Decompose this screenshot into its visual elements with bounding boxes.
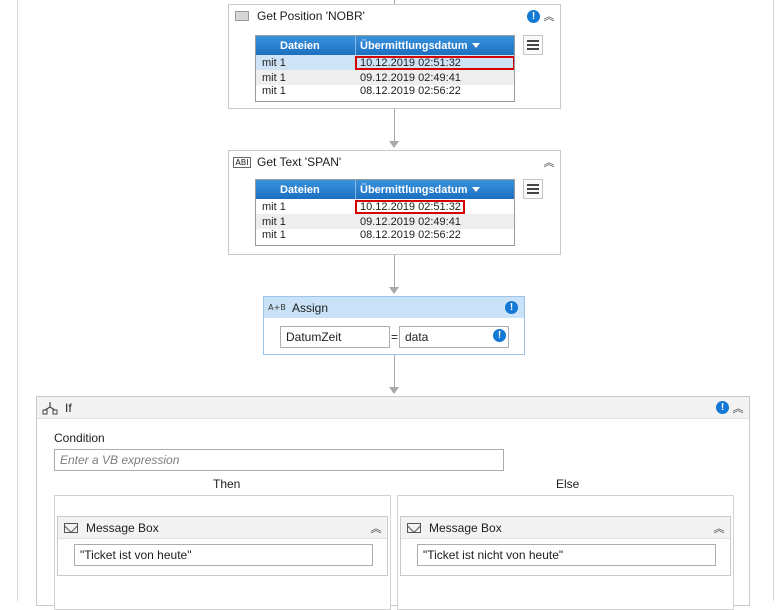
connector-arrow-3 xyxy=(389,387,399,394)
connector-2 xyxy=(394,255,395,289)
connector-3 xyxy=(394,355,395,389)
canvas-right-border xyxy=(773,0,774,601)
value-warning-icon[interactable]: ! xyxy=(493,329,506,342)
then-label: Then xyxy=(213,477,241,491)
else-message-text-input[interactable]: "Ticket ist nicht von heute" xyxy=(417,544,716,566)
if-header[interactable]: If ! ︽ xyxy=(37,397,749,419)
if-title: If xyxy=(65,400,72,415)
text-field-icon: ABI xyxy=(233,156,251,168)
sort-desc-icon xyxy=(471,187,480,192)
then-message-box-activity[interactable]: Message Box ︽ "Ticket ist von heute" xyxy=(57,516,388,576)
get-text-header[interactable]: ABI Get Text 'SPAN' ︽ xyxy=(229,151,560,173)
row-cell-file: mit 1 xyxy=(262,229,286,239)
condition-label: Condition xyxy=(54,431,105,445)
connector-arrow-2 xyxy=(389,287,399,294)
assign-header[interactable]: A+B Assign ! xyxy=(264,297,524,318)
table-row: mit 1 08.12.2019 02:56:22 xyxy=(256,229,514,239)
table-row: mit 1 09.12.2019 02:49:41 xyxy=(256,70,514,85)
sort-desc-icon xyxy=(471,43,480,48)
warning-icon[interactable]: ! xyxy=(505,301,518,314)
get-text-options-menu[interactable] xyxy=(523,179,543,199)
get-position-header[interactable]: Get Position 'NOBR' ! ︽ xyxy=(229,5,560,27)
then-branch[interactable]: Message Box ︽ "Ticket ist von heute" xyxy=(54,495,391,610)
column-header-date: Übermittlungsdatum xyxy=(356,184,480,196)
table-header: Dateien Übermittlungsdatum xyxy=(256,36,514,55)
get-text-title: Get Text 'SPAN' xyxy=(257,155,342,169)
row-cell-date: 09.12.2019 02:49:41 xyxy=(360,215,461,228)
if-activity[interactable]: If ! ︽ Condition Enter a VB expression T… xyxy=(36,396,750,610)
envelope-icon xyxy=(405,522,423,533)
get-text-screenshot: Dateien Übermittlungsdatum mit 1 10.12.2… xyxy=(255,179,515,246)
then-message-text-input[interactable]: "Ticket ist von heute" xyxy=(74,544,373,566)
connector-1 xyxy=(394,109,395,143)
collapse-icon[interactable]: ︽ xyxy=(369,520,383,536)
if-branch-icon xyxy=(41,401,59,415)
row-cell-date: 08.12.2019 02:56:22 xyxy=(360,85,461,95)
warning-icon[interactable]: ! xyxy=(527,9,540,23)
envelope-icon xyxy=(62,522,80,533)
assign-equals-sign: = xyxy=(391,330,399,344)
get-position-title: Get Position 'NOBR' xyxy=(257,9,365,23)
canvas-left-border xyxy=(17,0,18,601)
condition-expression-input[interactable]: Enter a VB expression xyxy=(54,449,504,471)
get-text-activity[interactable]: ABI Get Text 'SPAN' ︽ Dateien Übermittlu… xyxy=(228,150,561,255)
collapse-icon[interactable]: ︽ xyxy=(731,400,745,416)
row-cell-file: mit 1 xyxy=(262,56,286,69)
collapse-icon[interactable]: ︽ xyxy=(712,520,726,536)
else-label: Else xyxy=(556,477,580,491)
table-row: mit 1 10.12.2019 02:51:32 xyxy=(256,55,514,70)
get-position-activity[interactable]: Get Position 'NOBR' ! ︽ Dateien Übermitt… xyxy=(228,4,561,109)
get-position-screenshot: Dateien Übermittlungsdatum mit 1 10.12.2… xyxy=(255,35,515,102)
table-header: Dateien Übermittlungsdatum xyxy=(256,180,514,199)
row-cell-date: 08.12.2019 02:56:22 xyxy=(360,229,461,239)
collapse-icon[interactable]: ︽ xyxy=(542,8,556,24)
row-cell-date-highlighted: 10.12.2019 02:51:32 xyxy=(355,199,465,214)
workflow-designer-canvas[interactable]: Get Position 'NOBR' ! ︽ Dateien Übermitt… xyxy=(0,0,779,610)
else-message-box-activity[interactable]: Message Box ︽ "Ticket ist nicht von heut… xyxy=(400,516,731,576)
row-cell-file: mit 1 xyxy=(262,200,286,213)
table-row: mit 1 10.12.2019 02:51:32 xyxy=(256,199,514,214)
row-cell-file: mit 1 xyxy=(262,85,286,95)
get-position-options-menu[interactable] xyxy=(523,35,543,55)
row-cell-date: 09.12.2019 02:49:41 xyxy=(360,71,461,84)
message-box-title: Message Box xyxy=(429,520,502,535)
column-header-dateien: Dateien xyxy=(256,180,356,199)
message-box-title: Message Box xyxy=(86,520,159,535)
assign-icon: A+B xyxy=(268,303,286,312)
row-cell-file: mit 1 xyxy=(262,215,286,228)
column-header-date: Übermittlungsdatum xyxy=(356,40,480,52)
assign-activity[interactable]: A+B Assign ! DatumZeit = data ! xyxy=(263,296,525,355)
screen-region-icon xyxy=(233,11,251,21)
message-box-header[interactable]: Message Box ︽ xyxy=(58,517,387,539)
assign-to-field[interactable]: DatumZeit xyxy=(280,326,390,348)
table-row: mit 1 09.12.2019 02:49:41 xyxy=(256,214,514,229)
table-row: mit 1 08.12.2019 02:56:22 xyxy=(256,85,514,95)
else-branch[interactable]: Message Box ︽ "Ticket ist nicht von heut… xyxy=(397,495,734,610)
assign-title: Assign xyxy=(292,300,329,315)
warning-icon[interactable]: ! xyxy=(716,401,729,414)
row-cell-date-highlighted: 10.12.2019 02:51:32 xyxy=(355,55,514,70)
column-header-dateien: Dateien xyxy=(256,36,356,55)
row-cell-file: mit 1 xyxy=(262,71,286,84)
message-box-header[interactable]: Message Box ︽ xyxy=(401,517,730,539)
connector-arrow-1 xyxy=(389,141,399,148)
collapse-icon[interactable]: ︽ xyxy=(542,154,556,170)
